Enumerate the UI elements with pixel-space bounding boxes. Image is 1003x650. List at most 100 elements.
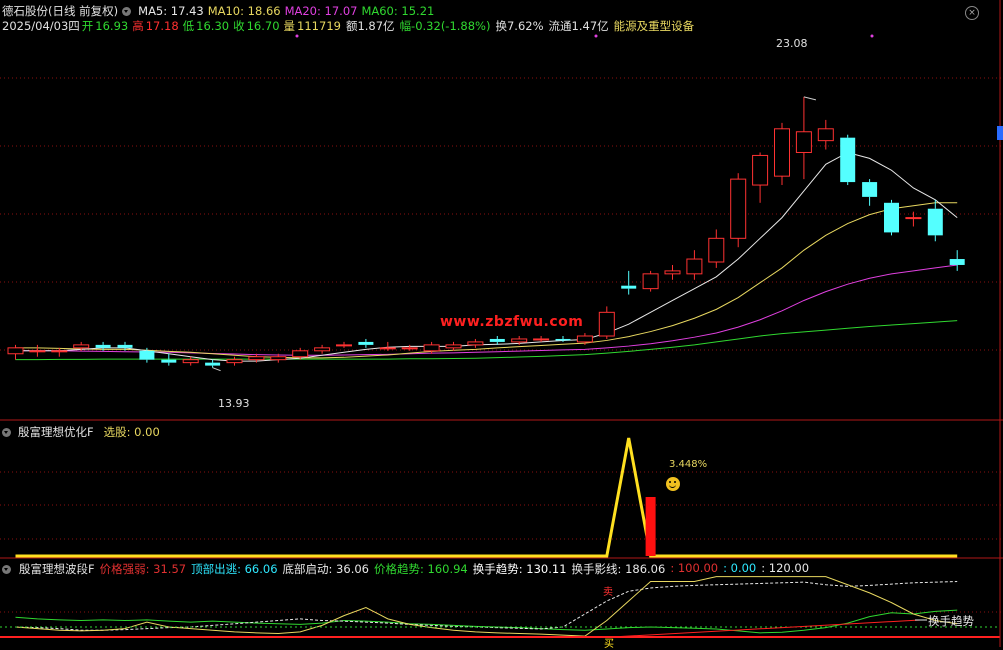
candle-body bbox=[182, 359, 199, 364]
candle-body bbox=[358, 341, 374, 345]
candle-body bbox=[576, 335, 593, 343]
candle-body bbox=[73, 344, 90, 349]
candle-body bbox=[533, 338, 550, 341]
indicator-panel-2 bbox=[15, 437, 958, 558]
ma20-label: MA20: 17.07 bbox=[284, 4, 358, 18]
candle-body bbox=[884, 202, 899, 233]
panel3-dropdown-icon[interactable] bbox=[2, 564, 11, 574]
candle-body bbox=[730, 178, 747, 239]
panel3-legend: 价格强弱: 31.57 顶部出逃: 66.06 底部启动: 36.06 价格趋势: 1… bbox=[100, 561, 809, 577]
panel2-dropdown-icon[interactable] bbox=[2, 427, 11, 437]
high-price-annotation: 23.08 bbox=[776, 37, 808, 50]
panel2-header: 殷富理想优化F 选股: 0.00 bbox=[2, 424, 160, 440]
candle-body bbox=[226, 359, 243, 364]
panel3-legend-item: 换手影线: 186.06 bbox=[571, 562, 666, 576]
candle-body bbox=[314, 347, 331, 352]
low-price-annotation: 13.93 bbox=[218, 397, 250, 410]
candle-body bbox=[598, 311, 615, 337]
sector-label[interactable]: 能源及重型设备 bbox=[614, 18, 695, 34]
series-line bbox=[15, 581, 958, 631]
panel3-header: 殷富理想波段F 价格强弱: 31.57 顶部出逃: 66.06 底部启动: 36.0… bbox=[2, 561, 809, 577]
stock-title: 德石股份(日线 前复权) bbox=[2, 4, 119, 18]
candle-body bbox=[7, 347, 24, 355]
candle-body bbox=[95, 344, 111, 348]
open-value: 16.93 bbox=[95, 19, 129, 33]
candle-body bbox=[423, 344, 440, 352]
candle-body bbox=[774, 128, 790, 177]
float-value: 流通1.47亿 bbox=[548, 19, 609, 33]
close-icon[interactable]: × bbox=[965, 6, 979, 20]
panel3-legend-item: 换手趋势: 130.11 bbox=[472, 562, 567, 576]
panel3-sell-marker: 卖 bbox=[603, 587, 613, 598]
right-edge-tag[interactable] bbox=[997, 126, 1003, 140]
candle-body bbox=[905, 217, 922, 220]
candle-body bbox=[401, 347, 418, 350]
low-pointer bbox=[212, 367, 221, 372]
candle-body bbox=[205, 362, 221, 366]
candle-body bbox=[467, 341, 484, 346]
high-label: 高 bbox=[132, 19, 144, 33]
candle-body bbox=[664, 270, 681, 275]
watermark: www.zbzfwu.com bbox=[440, 314, 584, 330]
panel3-legend-item: : 0.00 bbox=[723, 561, 757, 575]
dropdown-icon[interactable] bbox=[122, 6, 132, 16]
candle-body bbox=[949, 259, 965, 265]
header-line-2: 2025/04/03四 开 16.93 高 17.18 低 16.30 收 16.70 … bbox=[2, 18, 694, 34]
panel2-annotation: 3.448% bbox=[669, 459, 708, 470]
panel3-right-label: 换手趋势 bbox=[928, 614, 974, 628]
indicator-panel-3 bbox=[0, 576, 1000, 638]
ma-line-ma20 bbox=[15, 264, 958, 356]
candle-body bbox=[51, 350, 68, 353]
candle-body bbox=[862, 182, 878, 197]
signal-dot bbox=[594, 34, 598, 38]
panel2-title: 殷富理想优化F bbox=[18, 425, 94, 439]
candle-body bbox=[686, 258, 703, 275]
signal-dot bbox=[870, 34, 874, 38]
high-pointer bbox=[803, 96, 817, 101]
panel3-legend-item: : 120.00 bbox=[761, 561, 810, 575]
date-label: 2025/04/03四 bbox=[2, 19, 80, 33]
select-line bbox=[15, 437, 958, 558]
candle-body bbox=[139, 350, 155, 360]
trend-line bbox=[611, 619, 921, 638]
candle-body bbox=[752, 154, 769, 186]
candle-body bbox=[336, 344, 352, 347]
select-bar bbox=[645, 497, 656, 556]
ma60-label: MA60: 15.21 bbox=[361, 4, 435, 18]
candle-body bbox=[511, 338, 528, 343]
candle-body bbox=[927, 208, 943, 236]
candle-body bbox=[248, 356, 265, 361]
candle-body bbox=[29, 350, 46, 353]
panel3-legend-item: 价格强弱: 31.57 bbox=[99, 562, 187, 576]
close-label: 收 bbox=[233, 19, 245, 33]
volume-label: 量 bbox=[283, 19, 296, 33]
panel3-legend-item: 底部启动: 36.06 bbox=[282, 562, 369, 576]
candle-body bbox=[489, 338, 505, 342]
high-value: 17.18 bbox=[145, 19, 179, 33]
panel3-buy-marker: 买 bbox=[604, 639, 614, 650]
candle-body bbox=[795, 131, 812, 153]
candle-body bbox=[817, 128, 834, 142]
candle-body bbox=[379, 347, 396, 350]
panel3-title: 殷富理想波段F bbox=[19, 562, 95, 576]
candle-body bbox=[840, 137, 856, 183]
panel2-select-label: 选股: 0.00 bbox=[103, 425, 160, 439]
candle-body bbox=[621, 285, 637, 289]
candle-body bbox=[117, 344, 133, 348]
ma10-label: MA10: 18.66 bbox=[207, 4, 281, 18]
candle-body bbox=[708, 237, 725, 263]
amount-value: 额1.87亿 bbox=[345, 19, 395, 33]
low-label: 低 bbox=[182, 19, 195, 33]
close-value: 16.70 bbox=[246, 19, 280, 33]
candle-body bbox=[270, 356, 287, 361]
turnover-value: 换7.62% bbox=[495, 19, 544, 33]
low-value: 16.30 bbox=[196, 19, 230, 33]
smiley-icon bbox=[666, 477, 680, 491]
candle-body bbox=[161, 359, 177, 363]
candle-body bbox=[292, 350, 309, 358]
change-value: 幅-0.32(-1.88%) bbox=[399, 19, 491, 33]
ma-line-ma10 bbox=[15, 202, 958, 359]
panel3-legend-item: 顶部出逃: 66.06 bbox=[191, 562, 278, 576]
header-line-1: 德石股份(日线 前复权) MA5: 17.43 MA10: 18.66 MA20… bbox=[2, 3, 434, 19]
signal-dot bbox=[295, 34, 299, 38]
